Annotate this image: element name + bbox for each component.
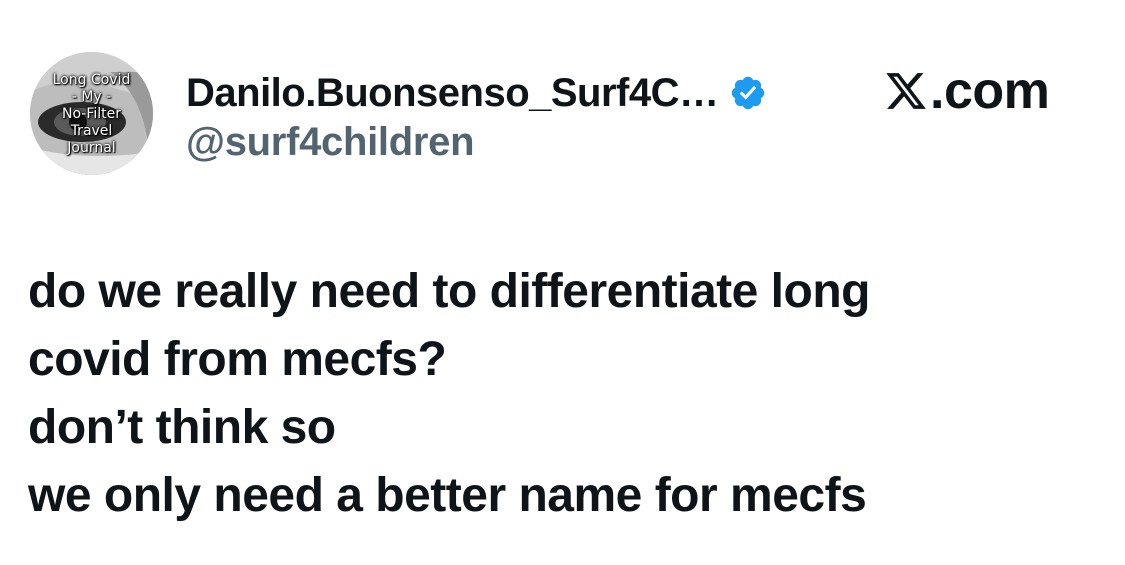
avatar-caption-line: Long Covid <box>52 72 131 88</box>
avatar-caption-line: Journal <box>67 140 116 156</box>
site-domain-text: .com <box>930 62 1050 120</box>
tweet-line: we only need a better name for mecfs <box>28 469 867 522</box>
avatar-caption-line: Travel <box>70 123 113 139</box>
avatar-caption-line: - My - <box>71 89 112 105</box>
tweet-line: covid from mecfs? <box>28 333 447 386</box>
display-name[interactable]: Danilo.Buonsenso_Surf4C… <box>186 71 719 116</box>
x-logo-icon <box>884 69 928 113</box>
avatar-caption-line: No-Filter <box>61 106 122 122</box>
author-name-row: Danilo.Buonsenso_Surf4C… <box>186 68 767 118</box>
site-label: .com <box>884 62 1050 120</box>
verified-badge-icon <box>729 74 767 112</box>
author-handle[interactable]: @surf4children <box>186 120 475 165</box>
avatar[interactable]: Long Covid - My - No-Filter Travel Journ… <box>30 52 153 175</box>
tweet-line: do we really need to differentiate long <box>28 265 870 318</box>
tweet-text: do we really need to differentiate long … <box>28 258 1108 530</box>
tweet-line: don’t think so <box>28 401 336 454</box>
avatar-caption: Long Covid - My - No-Filter Travel Journ… <box>30 72 153 157</box>
